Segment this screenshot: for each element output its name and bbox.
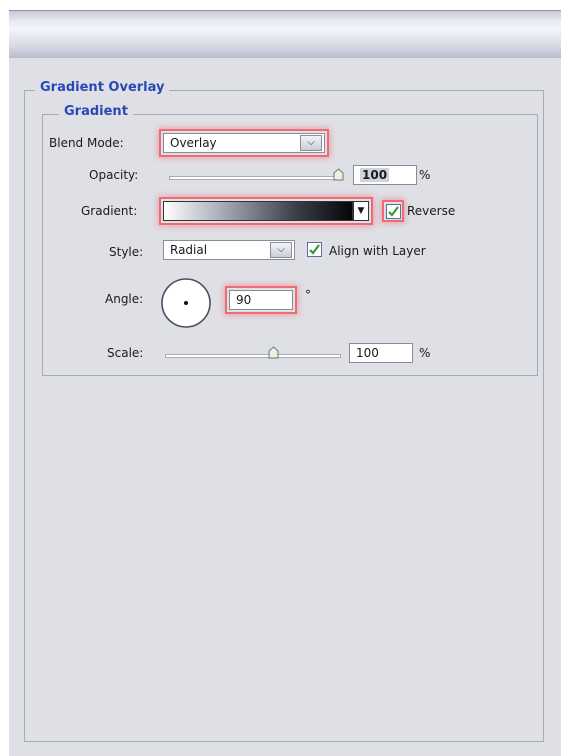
reverse-label: Reverse [407,204,456,218]
angle-input[interactable]: 90 [229,290,293,310]
scale-slider-thumb[interactable] [268,346,279,359]
gradient-dropdown-arrow-icon[interactable]: ▼ [353,201,369,221]
angle-dial[interactable] [159,276,213,330]
checkmark-icon [388,206,399,217]
subsection-title: Gradient [59,104,133,119]
blend-mode-label: Blend Mode: [49,136,124,150]
section-title: Gradient Overlay [35,80,170,95]
chevron-down-icon[interactable]: ⌵ [300,135,322,151]
opacity-slider-track[interactable] [169,176,341,180]
scale-input[interactable]: 100 [349,343,413,363]
chevron-down-icon[interactable]: ⌵ [270,242,292,258]
style-select[interactable]: Radial ⌵ [163,240,295,260]
style-value: Radial [170,243,208,257]
blend-mode-value: Overlay [170,136,217,150]
window-titlebar [9,10,561,59]
reverse-checkbox[interactable] [386,204,401,219]
layer-style-panel: Gradient Overlay Gradient Blend Mode: Ov… [9,58,561,756]
scale-unit: % [419,346,431,360]
opacity-unit: % [419,168,431,182]
scale-slider-track[interactable] [165,354,341,358]
gradient-label: Gradient: [81,204,138,218]
align-with-layer-label: Align with Layer [329,244,426,258]
opacity-label: Opacity: [89,168,139,182]
blend-mode-select[interactable]: Overlay ⌵ [163,133,325,153]
opacity-input[interactable]: 100 [353,165,417,185]
opacity-slider-thumb[interactable] [333,168,344,181]
align-with-layer-checkbox[interactable] [307,242,322,257]
angle-label: Angle: [105,292,144,306]
checkmark-icon [309,244,320,255]
angle-unit: ° [305,288,311,302]
scale-label: Scale: [107,346,144,360]
gradient-preview[interactable] [163,201,353,221]
style-label: Style: [109,245,144,259]
